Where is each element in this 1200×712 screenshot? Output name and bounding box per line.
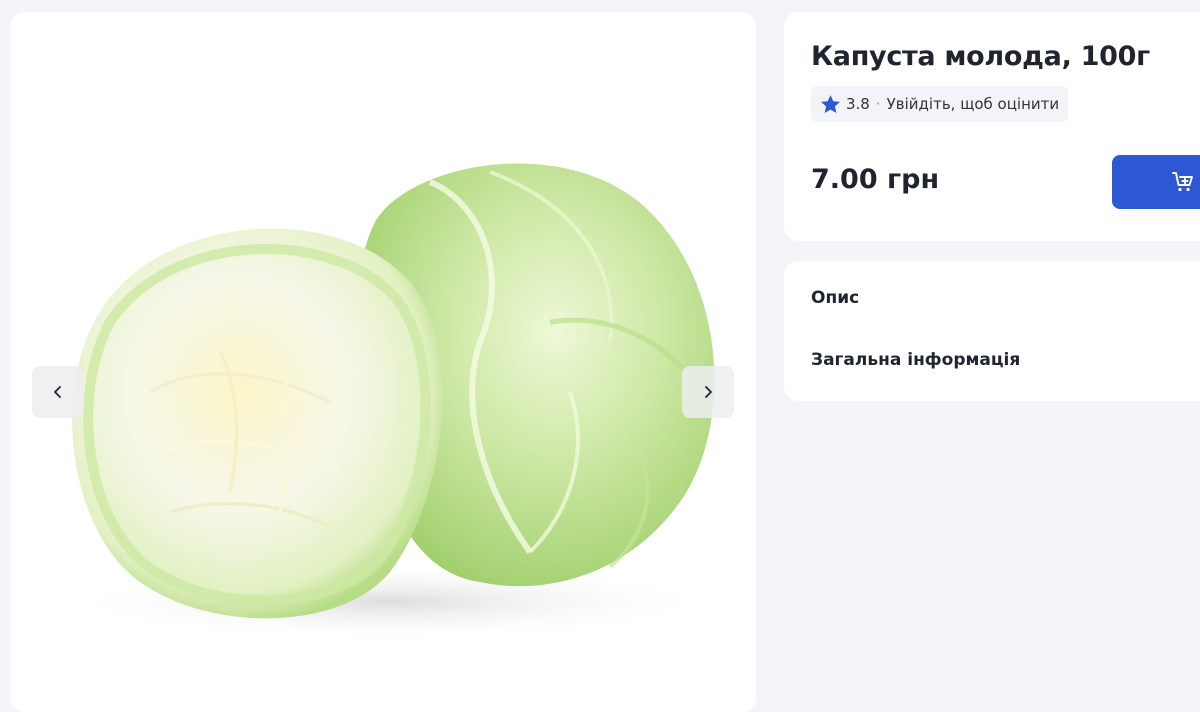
product-title: Капуста молода, 100г — [811, 41, 1150, 72]
general-info-section-toggle[interactable]: Загальна інформація — [811, 350, 1020, 370]
star-icon — [821, 94, 840, 113]
product-price: 7.00 грн — [811, 164, 940, 195]
gallery-next-button[interactable] — [682, 366, 734, 418]
rating-value: 3.8 — [846, 95, 870, 113]
product-image — [60, 163, 720, 642]
product-summary-card: Капуста молода, 100г 3.8 · Увійдіть, щоб… — [784, 12, 1200, 241]
gallery-prev-button[interactable] — [32, 366, 84, 418]
product-info-card: Опис Загальна інформація — [784, 261, 1200, 401]
login-to-rate-link[interactable]: Увійдіть, щоб оцінити — [887, 95, 1059, 113]
description-section-toggle[interactable]: Опис — [811, 288, 859, 308]
add-to-cart-icon — [1172, 172, 1193, 192]
rating-block: 3.8 · Увійдіть, щоб оцінити — [811, 86, 1069, 122]
rating-separator: · — [875, 95, 881, 113]
product-gallery — [10, 12, 756, 712]
chevron-right-icon — [705, 386, 712, 398]
chevron-left-icon — [54, 386, 61, 398]
add-to-cart-button[interactable] — [1112, 155, 1200, 209]
